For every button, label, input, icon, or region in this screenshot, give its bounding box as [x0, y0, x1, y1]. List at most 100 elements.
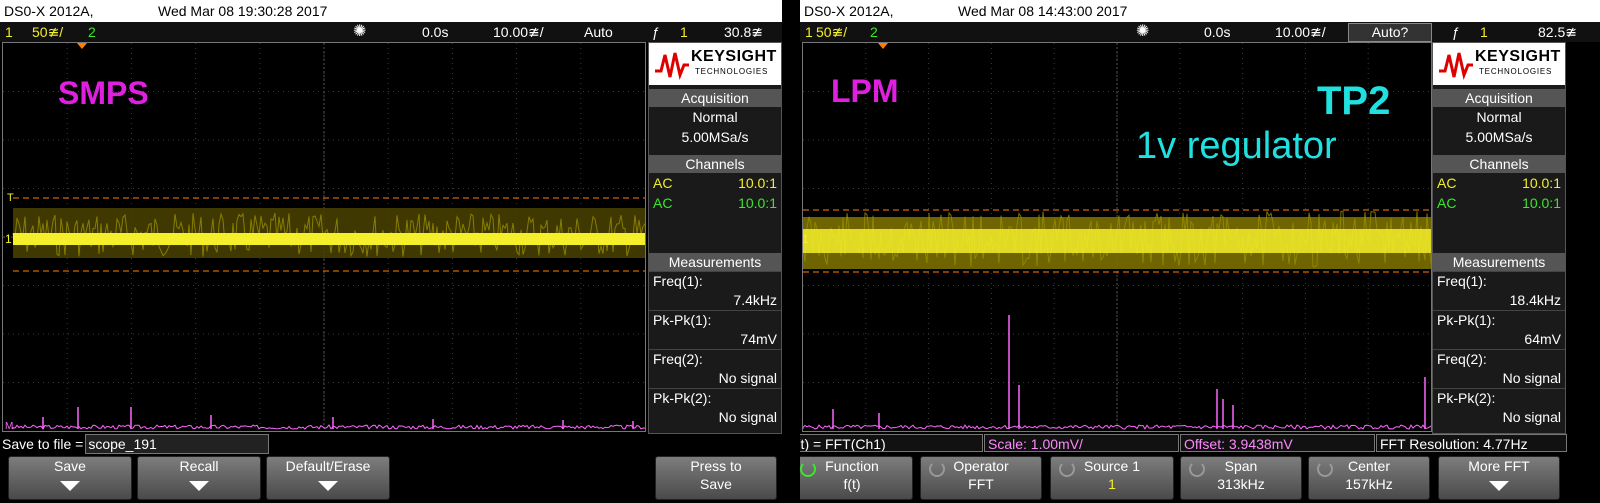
submenu-arrow-icon [60, 481, 80, 491]
ch2-coupling: AC [653, 195, 673, 211]
more-fft-label: More FFT [1468, 458, 1530, 474]
acquisition-header[interactable]: Acquisition [1433, 89, 1565, 107]
fft-scale[interactable]: Scale: 1.00mV/ [984, 434, 1179, 452]
timestamp: Wed Mar 08 14:43:00 2017 [958, 3, 1128, 19]
rotate-knob-icon [800, 461, 816, 477]
span-softkey[interactable]: Span 313kHz [1180, 456, 1302, 500]
timebase-value[interactable]: 10.00≇/ [493, 22, 544, 42]
trigger-edge-icon: ƒ [1452, 24, 1460, 40]
submenu-arrow-icon [189, 481, 209, 491]
sample-rate: 5.00MSa/s [681, 129, 749, 145]
brand-sub: TECHNOLOGIES [695, 67, 769, 76]
submenu-arrow-icon [318, 481, 338, 491]
keysight-wave-icon [1439, 52, 1473, 81]
operator-value: FFT [968, 476, 994, 492]
acquisition-mode: Normal [1476, 109, 1522, 125]
meas-label: Freq(2): [1433, 349, 1565, 369]
math-ground-marker: M [5, 421, 13, 431]
ch1-number[interactable]: 1 [5, 22, 13, 42]
ch2-number[interactable]: 2 [870, 22, 878, 42]
softkey-bar: Save Recall Default/Erase Press to Save [0, 454, 782, 503]
ch1-coupling: AC [1437, 175, 1457, 191]
span-value: 313kHz [1217, 476, 1265, 492]
rotate-knob-icon [929, 461, 945, 477]
run-status-icon: ✺ [1136, 23, 1150, 40]
sample-rate: 5.00MSa/s [1465, 129, 1533, 145]
waveform-display[interactable]: T 1 M SMPS [2, 42, 646, 432]
math-fft-trace [12, 407, 645, 430]
overlay-label-lpm: LPM [831, 73, 899, 109]
save-file-input[interactable]: scope_191 [85, 434, 270, 454]
function-label: Function [825, 458, 879, 474]
press-to-label: Press to [690, 458, 742, 474]
status-bar: 1 50≇/ 2 ✺ 0.0s 10.00≇/ Auto? ƒ 1 82.5≇ [800, 22, 1600, 42]
delay-value[interactable]: 0.0s [422, 22, 448, 42]
trigger-source[interactable]: 1 [680, 22, 688, 42]
ch1-scale[interactable]: 50≇/ [816, 22, 847, 42]
source-value: 1 [1108, 476, 1116, 492]
meas-value: 64mV [1524, 331, 1561, 347]
press-save-label: Save [700, 476, 732, 492]
meas-label: Pk-Pk(1): [649, 310, 781, 330]
trigger-level-marker: T [7, 192, 14, 204]
function-value: f(t) [843, 476, 861, 492]
more-fft-softkey[interactable]: More FFT [1438, 456, 1560, 500]
save-softkey[interactable]: Save [8, 456, 132, 500]
function-softkey[interactable]: Function f(t) [800, 456, 913, 500]
recall-softkey[interactable]: Recall [137, 456, 261, 500]
meas-value: No signal [718, 370, 777, 386]
delay-value[interactable]: 0.0s [1204, 22, 1230, 42]
channel-1-row: AC 10.0:1 [1433, 173, 1565, 193]
ch1-trace [803, 229, 1431, 253]
measurements-header[interactable]: Measurements [1433, 253, 1565, 271]
acquisition-mode: Normal [692, 109, 738, 125]
channel-2-row: AC 10.0:1 [649, 193, 781, 213]
trigger-level[interactable]: 82.5≇ [1538, 22, 1577, 42]
ch2-probe: 10.0:1 [738, 195, 777, 211]
channels-header[interactable]: Channels [1433, 155, 1565, 173]
press-to-save-softkey[interactable]: Press to Save [655, 456, 777, 500]
waveform-display[interactable]: 1 LPM TP2 1v regulator [802, 42, 1432, 432]
trigger-level[interactable]: 30.8≇ [724, 22, 763, 42]
meas-value: No signal [718, 409, 777, 425]
channels-header[interactable]: Channels [649, 155, 781, 173]
source-softkey[interactable]: Source 1 1 [1050, 456, 1174, 500]
title-bar: DS0-X 2012A, Wed Mar 08 19:30:28 2017 [0, 0, 782, 22]
meas-label: Freq(2): [649, 349, 781, 369]
meas-label: Pk-Pk(1): [1433, 310, 1565, 330]
meas-label: Pk-Pk(2): [1433, 388, 1565, 408]
rotate-knob-icon [1189, 461, 1205, 477]
channel-2-row: AC 10.0:1 [1433, 193, 1565, 213]
meas-label: Pk-Pk(2): [649, 388, 781, 408]
trigger-source[interactable]: 1 [1480, 22, 1488, 42]
overlay-label-regulator: 1v regulator [1136, 125, 1337, 167]
operator-softkey[interactable]: Operator FFT [920, 456, 1042, 500]
rotate-knob-icon [1317, 461, 1333, 477]
fft-offset[interactable]: Offset: 3.9438mV [1180, 434, 1375, 452]
acquisition-header[interactable]: Acquisition [649, 89, 781, 107]
ch2-number[interactable]: 2 [88, 22, 96, 42]
side-panel: KEYSIGHT TECHNOLOGIES Acquisition Normal… [1432, 42, 1566, 434]
channel-1-row: AC 10.0:1 [649, 173, 781, 193]
center-softkey[interactable]: Center 157kHz [1308, 456, 1430, 500]
meas-value: No signal [1502, 409, 1561, 425]
brand-sub: TECHNOLOGIES [1479, 67, 1553, 76]
timebase-value[interactable]: 10.00≇/ [1275, 22, 1326, 42]
meas-value: 18.4kHz [1509, 292, 1561, 308]
run-status-icon: ✺ [353, 23, 367, 40]
meas-label: Freq(1): [649, 271, 781, 291]
ch1-ground-marker: 1 [5, 232, 12, 246]
meas-value: 7.4kHz [733, 292, 777, 308]
trigger-mode[interactable]: Auto [584, 22, 613, 42]
ch1-scale[interactable]: 50≇/ [32, 22, 63, 42]
trigger-mode[interactable]: Auto? [1348, 23, 1432, 42]
recall-softkey-label: Recall [179, 458, 219, 474]
measurements-header[interactable]: Measurements [649, 253, 781, 271]
keysight-wave-icon [655, 52, 689, 81]
meas-value: No signal [1502, 370, 1561, 386]
default-erase-softkey[interactable]: Default/Erase [266, 456, 390, 500]
trigger-position-marker [878, 43, 888, 49]
save-file-label: Save to file = [2, 436, 84, 452]
ch1-number[interactable]: 1 [805, 22, 813, 42]
fft-function[interactable]: f(t) = FFT(Ch1) [800, 434, 983, 452]
